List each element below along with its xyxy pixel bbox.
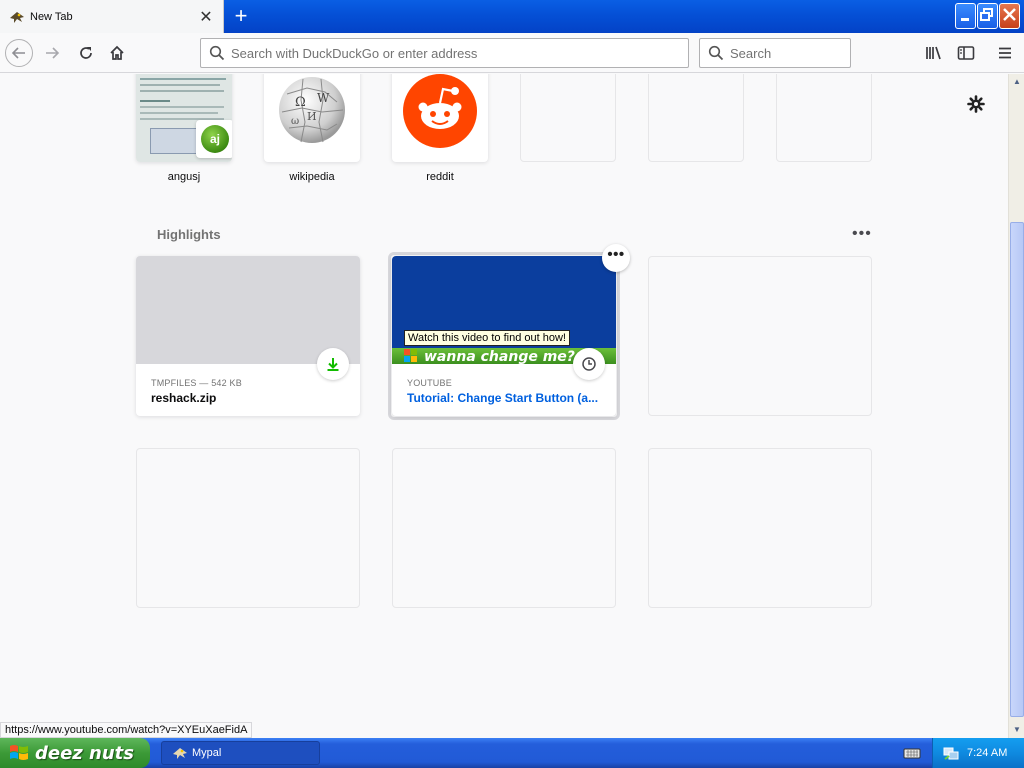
network-icon[interactable]	[943, 745, 959, 761]
svg-text:ω: ω	[291, 116, 299, 127]
tab-title: New Tab	[30, 10, 73, 23]
highlight-placeholder	[648, 448, 872, 608]
clock: 7:24 AM	[967, 747, 1008, 759]
top-site-placeholder	[776, 74, 872, 162]
card-source: YOUTUBE	[407, 378, 452, 388]
search-icon	[708, 45, 724, 61]
download-icon	[317, 348, 349, 380]
reload-button[interactable]	[72, 39, 100, 67]
title-bar: New Tab ✕ +	[0, 0, 1024, 33]
svg-text:И: И	[307, 110, 317, 123]
top-site-wikipedia[interactable]: Ω W И ω wikipedia	[264, 74, 360, 183]
top-site-tile[interactable]	[392, 74, 488, 162]
sidebar-toggle-button[interactable]	[952, 39, 980, 67]
mypal-logo-icon	[9, 9, 25, 25]
highlight-placeholder	[392, 448, 616, 608]
top-site-placeholder	[648, 74, 744, 162]
search-input[interactable]	[730, 45, 906, 61]
reddit-logo-icon	[403, 74, 477, 151]
top-site-tile[interactable]: Ω W И ω	[264, 74, 360, 162]
highlight-placeholder	[648, 256, 872, 416]
thumbnail-banner-text: wanna change me?	[424, 349, 575, 365]
new-tab-button[interactable]: +	[228, 2, 254, 30]
top-site-label: wikipedia	[289, 171, 335, 183]
search-icon	[209, 45, 225, 61]
home-button[interactable]	[103, 39, 131, 67]
taskbar-item-mypal[interactable]: Mypal	[161, 741, 320, 765]
card-title: Tutorial: Change Start Button (a...	[407, 391, 599, 405]
forward-button[interactable]	[38, 39, 66, 67]
restore-button[interactable]	[977, 3, 998, 29]
vertical-scrollbar[interactable]: ▲ ▼	[1008, 74, 1024, 738]
windows-flag-icon	[9, 743, 29, 763]
wikipedia-logo-icon: Ω W И ω	[277, 74, 347, 149]
minimize-button[interactable]	[955, 3, 976, 29]
card-context-menu-button[interactable]: •••	[602, 244, 630, 272]
card-thumbnail	[136, 256, 360, 364]
search-bar[interactable]	[699, 38, 906, 68]
card-title: reshack.zip	[151, 391, 217, 405]
navigation-toolbar	[0, 33, 1024, 73]
top-site-label: reddit	[426, 171, 454, 183]
mypal-logo-icon	[172, 745, 188, 761]
windows-flag-icon	[404, 349, 418, 366]
highlight-card[interactable]: Watch this video to find out how! wanna …	[392, 256, 616, 416]
new-tab-page: aj angusj Ω W И ω wikipedia reddit Highl…	[0, 74, 1008, 738]
scroll-down-arrow-icon[interactable]: ▼	[1010, 722, 1024, 738]
top-site-reddit[interactable]: reddit	[392, 74, 488, 183]
library-button[interactable]	[920, 39, 948, 67]
site-badge-text: aj	[201, 125, 229, 153]
start-button-label: deez nuts	[35, 742, 134, 764]
close-window-button[interactable]	[999, 3, 1020, 29]
scroll-up-arrow-icon[interactable]: ▲	[1010, 74, 1024, 90]
card-source: TMPFILES — 542 KB	[151, 378, 242, 388]
top-site-tile[interactable]: aj	[136, 74, 232, 162]
keyboard-icon[interactable]	[903, 745, 921, 761]
taskbar-item-label: Mypal	[192, 747, 222, 759]
back-button[interactable]	[5, 39, 33, 67]
gear-icon[interactable]	[966, 94, 986, 114]
system-tray: 7:24 AM	[932, 738, 1024, 768]
highlights-heading: Highlights	[157, 227, 221, 242]
svg-text:Ω: Ω	[295, 95, 306, 110]
highlights-more-icon[interactable]: •••	[852, 225, 872, 243]
clock-icon	[573, 348, 605, 380]
start-button[interactable]: deez nuts	[0, 738, 150, 768]
highlight-card[interactable]: TMPFILES — 542 KB reshack.zip	[136, 256, 360, 416]
site-badge: aj	[196, 120, 232, 158]
thumbnail-tooltip-text: Watch this video to find out how!	[404, 330, 570, 346]
address-input[interactable]	[231, 45, 688, 61]
scrollbar-thumb[interactable]	[1010, 222, 1024, 717]
taskbar: deez nuts Mypal 7:24 AM	[0, 738, 1024, 768]
tab-new-tab[interactable]: New Tab ✕	[0, 0, 224, 33]
address-bar[interactable]	[200, 38, 689, 68]
svg-text:W: W	[317, 91, 330, 105]
top-site-angusj[interactable]: aj angusj	[136, 74, 232, 183]
hamburger-menu-button[interactable]	[991, 39, 1019, 67]
top-site-label: angusj	[167, 171, 201, 183]
highlight-placeholder	[136, 448, 360, 608]
status-url: https://www.youtube.com/watch?v=XYEuXaeF…	[0, 722, 253, 738]
tab-close-icon[interactable]: ✕	[195, 7, 217, 27]
top-site-placeholder	[520, 74, 616, 162]
